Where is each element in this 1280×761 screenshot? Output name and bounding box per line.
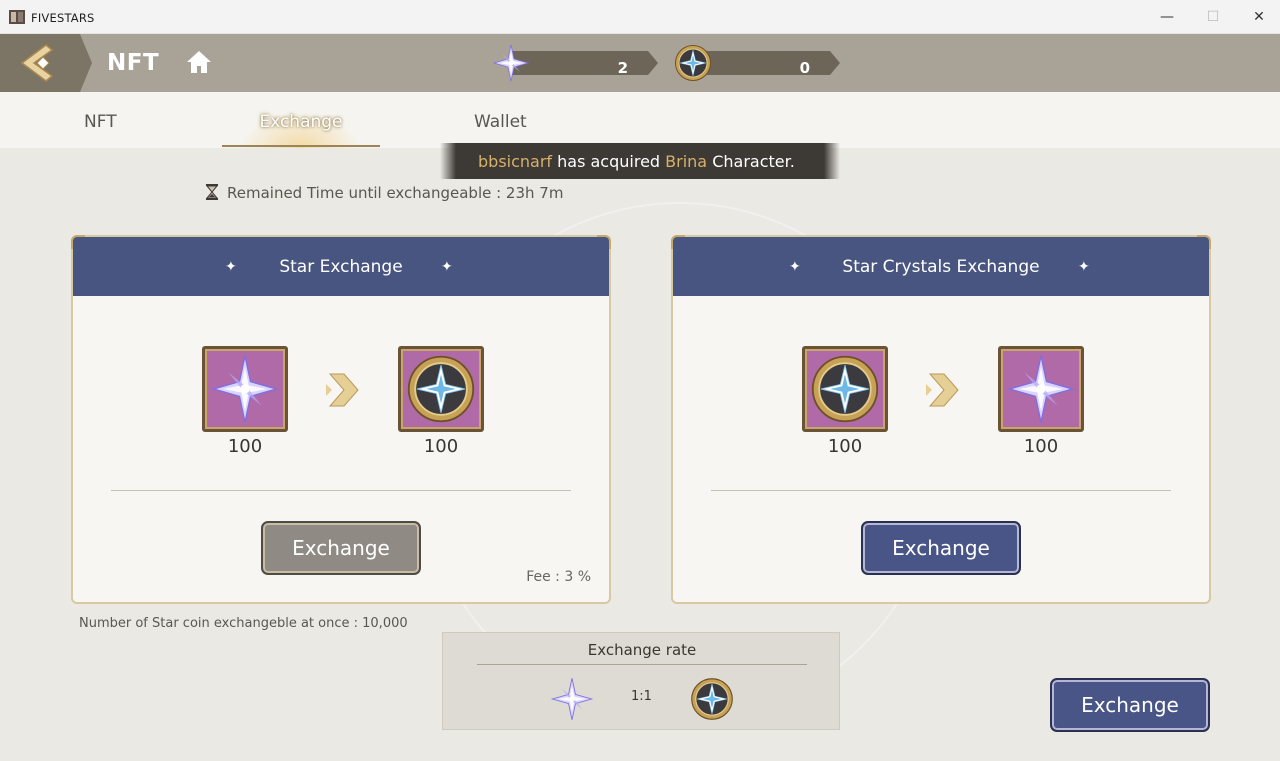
target-item [398, 346, 484, 432]
arrow-right-icon [926, 373, 959, 407]
fee-text: Fee : 3 % [526, 569, 591, 585]
window-title: FIVESTARS [31, 11, 95, 25]
acquisition-notice: bbsicnarf has acquired Brina Character. [440, 143, 840, 179]
star-crystals-exchange-button[interactable]: Exchange [861, 521, 1021, 575]
sparkle-icon: ✦ [1078, 259, 1090, 275]
tab-exchange[interactable]: Exchange [222, 112, 380, 132]
remaining-time: Remained Time until exchangeable : 23h 7… [205, 184, 563, 202]
star-exchange-button[interactable]: Exchange [261, 521, 421, 575]
star-coin-icon [406, 354, 476, 424]
tab-nft[interactable]: NFT [84, 112, 117, 132]
close-button[interactable]: ✕ [1236, 0, 1280, 34]
panel-header: ✦ Star Crystals Exchange ✦ [673, 237, 1209, 296]
star-crystal-icon [210, 354, 280, 424]
exchange-rate-box: Exchange rate 1:1 [442, 632, 840, 730]
star-crystal-icon [492, 44, 530, 82]
exchange-page: NFT Exchange Wallet bbsicnarf has acquir… [0, 92, 1280, 761]
game-header: NFT 2 0 [0, 34, 1280, 92]
panel-header: ✦ Star Exchange ✦ [73, 237, 609, 296]
button-label: Exchange [1081, 693, 1179, 717]
target-quantity: 100 [1023, 436, 1059, 457]
button-label: Exchange [892, 536, 990, 560]
source-quantity: 100 [827, 436, 863, 457]
window-title-bar: FIVESTARS — ☐ ✕ [0, 0, 1280, 34]
notice-mid: has acquired [552, 152, 666, 171]
tab-bar: NFT Exchange Wallet [0, 92, 1280, 148]
remaining-time-text: Remained Time until exchangeable : 23h 7… [227, 184, 564, 202]
exchange-limit-note: Number of Star coin exchangeble at once … [79, 616, 408, 631]
notice-text: bbsicnarf has acquired Brina Character. [478, 152, 795, 171]
star-coin-balance: 0 [674, 47, 844, 79]
star-coin-icon [690, 677, 734, 721]
notice-user: bbsicnarf [478, 152, 553, 171]
hourglass-icon [205, 184, 219, 200]
star-crystals-exchange-panel: ✦ Star Crystals Exchange ✦ 100 100 Excha… [671, 235, 1211, 604]
notice-item: Brina [665, 152, 708, 171]
tab-wallet[interactable]: Wallet [474, 112, 527, 132]
maximize-button[interactable]: ☐ [1190, 0, 1236, 34]
minimize-button[interactable]: — [1144, 0, 1190, 34]
home-icon[interactable] [185, 49, 213, 75]
exchange-button[interactable]: Exchange [1050, 678, 1210, 732]
panel-title: Star Exchange [279, 257, 403, 277]
star-coin-icon [810, 354, 880, 424]
balance-bar: 0 [692, 51, 840, 75]
star-crystal-balance: 2 [492, 47, 662, 79]
button-label: Exchange [292, 536, 390, 560]
balance-bar: 2 [510, 51, 658, 75]
star-coin-icon [674, 44, 712, 82]
back-arrow-icon [20, 44, 54, 82]
source-quantity: 100 [227, 436, 263, 457]
sparkle-icon: ✦ [441, 259, 453, 275]
divider [111, 490, 571, 491]
exchange-rate-title: Exchange rate [587, 641, 697, 659]
app-icon [9, 10, 25, 24]
arrow-right-icon [326, 373, 359, 407]
star-crystal-icon [550, 677, 594, 721]
panel-title: Star Crystals Exchange [842, 257, 1040, 277]
star-crystal-icon [1006, 354, 1076, 424]
active-tab-indicator [222, 145, 380, 147]
divider [711, 490, 1171, 491]
exchange-rate-ratio: 1:1 [631, 689, 652, 704]
star-exchange-panel: ✦ Star Exchange ✦ 100 100 Exchange Fee :… [71, 235, 611, 604]
target-quantity: 100 [423, 436, 459, 457]
source-item [802, 346, 888, 432]
divider [477, 664, 807, 665]
page-title: NFT [107, 50, 160, 76]
star-crystal-count: 2 [617, 59, 628, 77]
source-item [202, 346, 288, 432]
back-button[interactable] [0, 34, 92, 92]
notice-end: Character. [707, 152, 795, 171]
star-coin-count: 0 [799, 59, 810, 77]
target-item [998, 346, 1084, 432]
